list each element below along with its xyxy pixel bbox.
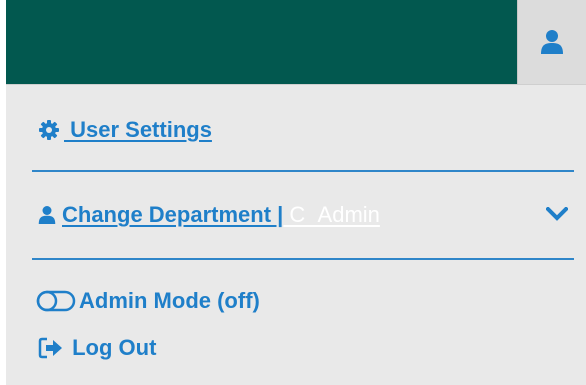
menu-divider [32,258,574,260]
log-out-label[interactable]: Log Out [66,335,156,361]
menu-divider [32,170,574,172]
change-department-link[interactable]: Change Department | [62,202,283,228]
chevron-down-icon[interactable] [546,207,568,221]
current-department-value: C_Admin [283,202,380,227]
menu-item-user-settings[interactable]: User Settings [38,117,212,143]
user-settings-link[interactable]: User Settings [64,117,212,143]
gear-icon [38,119,60,141]
user-icon [38,205,56,225]
top-navigation-bar [6,0,586,84]
user-icon [540,29,564,55]
admin-mode-label: Admin Mode (off) [79,288,260,313]
menu-item-admin-mode[interactable]: Admin Mode (off) [36,288,260,314]
menu-item-log-out[interactable]: Log Out [38,335,156,361]
toggle-off-icon [36,289,76,313]
menu-item-change-department[interactable]: Change Department | C_Admin [38,202,568,228]
sign-out-icon [38,337,64,359]
user-dropdown-menu: User Settings Change Department | C_Admi… [6,84,586,385]
user-menu-button[interactable] [517,0,586,84]
